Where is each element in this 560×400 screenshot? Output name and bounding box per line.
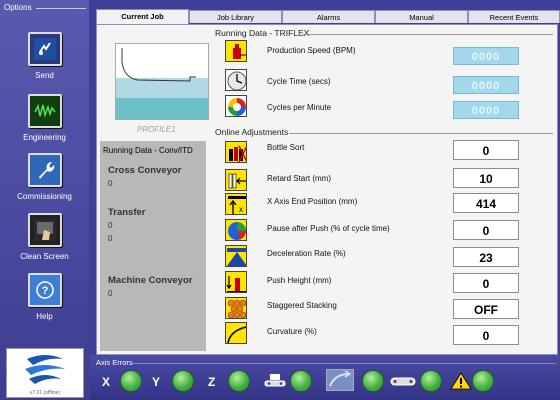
version-text: v7.01 (offline)	[29, 390, 61, 396]
axis-x-label: X	[102, 375, 111, 389]
options-sidebar: Options Send Engineering Commissioning C…	[0, 0, 89, 400]
tab-job-library[interactable]: Job Library	[189, 10, 282, 23]
axis-y-label: Y	[152, 375, 161, 389]
staggered-stack-icon	[225, 297, 247, 319]
tab-bar: Current Job Job Library Alarms Manual Re…	[96, 9, 560, 24]
svg-text:x: x	[239, 205, 243, 214]
send-icon	[27, 32, 62, 66]
pause-after-push-value[interactable]: 0	[453, 220, 519, 240]
cycle-time-value: 0000	[453, 76, 519, 94]
help-label: Help	[36, 312, 53, 321]
conveyor-status-led	[290, 370, 312, 392]
logo-icon	[25, 355, 65, 384]
x-axis-end-label: X Axis End Position (mm)	[267, 197, 358, 206]
company-logo: v7.01 (offline)	[6, 348, 84, 398]
transfer-icon	[326, 369, 354, 391]
push-height-icon	[225, 271, 247, 293]
deceleration-rate-value[interactable]: 23	[453, 247, 519, 267]
svg-text:?: ?	[41, 285, 48, 297]
clean-screen-label: Clean Screen	[20, 252, 69, 261]
bottle-speed-icon	[225, 40, 247, 62]
transfer-label: Transfer	[108, 207, 146, 218]
retard-start-value[interactable]: 10	[453, 168, 519, 188]
help-icon: ?	[27, 273, 62, 307]
tab-recent-events[interactable]: Recent Events	[468, 10, 560, 23]
send-button[interactable]: Send	[0, 32, 89, 102]
online-adjustments-title: Online Adjustments	[215, 127, 289, 137]
machine-conveyor-label: Machine Conveyor	[108, 275, 193, 286]
running-data-divider	[303, 34, 553, 35]
warning-status-led	[472, 370, 494, 392]
staggered-stacking-value[interactable]: OFF	[453, 299, 519, 319]
hand-cleaning-icon	[27, 213, 62, 247]
conveyor-icon	[264, 372, 286, 390]
production-speed-value: 0000	[453, 47, 519, 65]
commissioning-label: Commissioning	[17, 192, 72, 201]
tab-alarms[interactable]: Alarms	[282, 10, 375, 23]
cross-conveyor-label: Cross Conveyor	[108, 165, 182, 176]
tab-current-job[interactable]: Current Job	[96, 9, 189, 24]
axis-errors-title: Axis Errors	[96, 358, 133, 367]
axis-z-status-led	[228, 370, 250, 392]
curvature-icon	[225, 322, 247, 344]
axis-errors-bar: Axis Errors X Y Z	[90, 355, 560, 400]
retard-start-label: Retard Start (mm)	[267, 174, 332, 183]
waveform-icon	[27, 94, 62, 128]
retard-start-icon	[225, 169, 247, 191]
push-height-value[interactable]: 0	[453, 273, 519, 293]
curvature-label: Curvature (%)	[267, 327, 317, 336]
deceleration-icon	[225, 245, 247, 267]
pie-pause-icon	[225, 219, 247, 241]
bottle-sort-icon	[225, 141, 247, 163]
production-speed-label: Production Speed (BPM)	[267, 46, 356, 55]
belt-icon	[390, 372, 416, 390]
x-axis-end-icon: x	[225, 193, 247, 215]
cross-conveyor-value: 0	[108, 179, 113, 188]
transfer-status-led	[362, 370, 384, 392]
warning-icon	[450, 372, 472, 390]
options-divider	[36, 8, 86, 9]
axis-y-status-led	[172, 370, 194, 392]
cycle-time-label: Cycle Time (secs)	[267, 77, 331, 86]
running-data-triflex-title: Running Data - TRIFLEX	[215, 28, 310, 38]
help-button[interactable]: ? Help	[0, 273, 89, 343]
cycle-arrows-icon	[225, 95, 247, 117]
bottle-sort-label: Bottle Sort	[267, 143, 305, 152]
profile-graph	[115, 43, 209, 120]
axis-x-status-led	[120, 370, 142, 392]
running-data-conv-title: Running Data - Conv/ITD	[103, 146, 193, 155]
tab-manual[interactable]: Manual	[375, 10, 468, 23]
deceleration-rate-label: Deceleration Rate (%)	[267, 249, 346, 258]
bottle-sort-value[interactable]: 0	[453, 140, 519, 160]
running-data-conv-panel: Running Data - Conv/ITD Cross Conveyor 0…	[100, 141, 206, 351]
axis-z-label: Z	[208, 375, 216, 389]
wrench-icon	[27, 153, 62, 187]
profile-label: PROFILE1	[137, 125, 176, 134]
cycles-per-minute-label: Cycles per Minute	[267, 103, 332, 112]
pause-after-push-label: Pause after Push (% of cycle time)	[267, 224, 390, 233]
machine-conveyor-value: 0	[108, 289, 113, 298]
transfer-value-2: 0	[108, 234, 113, 243]
clock-icon	[225, 69, 247, 91]
x-axis-end-value[interactable]: 414	[453, 193, 519, 213]
push-height-label: Push Height (mm)	[267, 276, 332, 285]
current-job-panel: PROFILE1 Running Data - TRIFLEX Producti…	[96, 24, 558, 355]
axis-errors-divider	[132, 363, 556, 364]
send-label: Send	[35, 71, 54, 80]
belt-status-led	[420, 370, 442, 392]
online-adjustments-divider	[289, 133, 553, 134]
cycles-per-minute-value: 0000	[453, 101, 519, 119]
curvature-value[interactable]: 0	[453, 325, 519, 345]
transfer-value-1: 0	[108, 221, 113, 230]
engineering-label: Engineering	[23, 133, 66, 142]
options-title: Options	[4, 3, 32, 12]
staggered-stacking-label: Staggered Stacking	[267, 301, 337, 310]
